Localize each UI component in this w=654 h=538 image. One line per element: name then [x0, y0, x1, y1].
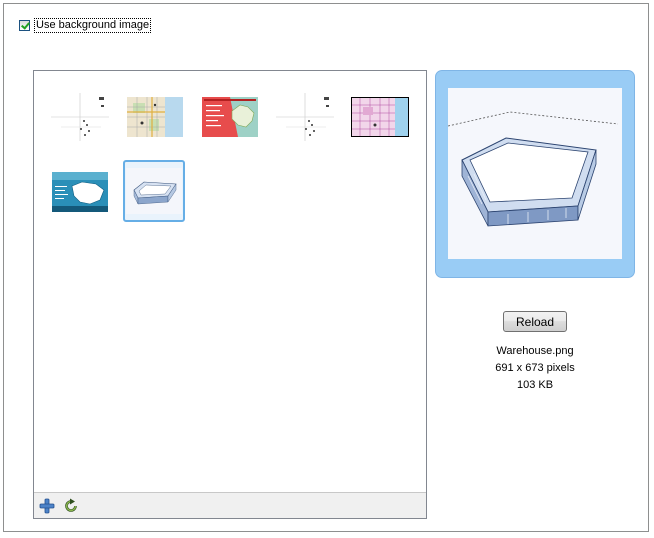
- refresh-icon[interactable]: [62, 497, 80, 515]
- warehouse-thumbnail[interactable]: [123, 160, 185, 222]
- thumbnail-grid: [34, 71, 426, 493]
- use-background-image-option[interactable]: Use background image: [19, 17, 152, 33]
- plus-icon[interactable]: [38, 497, 56, 515]
- red-us-map-thumbnail[interactable]: [199, 86, 261, 148]
- file-name: Warehouse.png: [496, 345, 574, 357]
- warehouse-preview: [447, 88, 622, 259]
- blue-us-map-thumbnail[interactable]: [49, 161, 111, 223]
- sparse-map-thumbnail[interactable]: [49, 86, 111, 148]
- use-background-image-checkbox[interactable]: [19, 19, 30, 31]
- image-preview-panel: [435, 70, 635, 278]
- use-background-image-label[interactable]: Use background image: [34, 17, 152, 33]
- background-image-gallery: [33, 70, 427, 519]
- file-size: 103 KB: [516, 379, 554, 391]
- pink-city-map-thumbnail[interactable]: [349, 86, 411, 148]
- reload-button[interactable]: Reload: [503, 311, 567, 332]
- file-dimensions: 691 x 673 pixels: [495, 362, 575, 374]
- file-info: Warehouse.png 691 x 673 pixels 103 KB: [435, 343, 635, 394]
- sparse-map-thumbnail[interactable]: [274, 86, 336, 148]
- street-map-thumbnail[interactable]: [124, 86, 186, 148]
- gallery-toolbar: [34, 492, 426, 518]
